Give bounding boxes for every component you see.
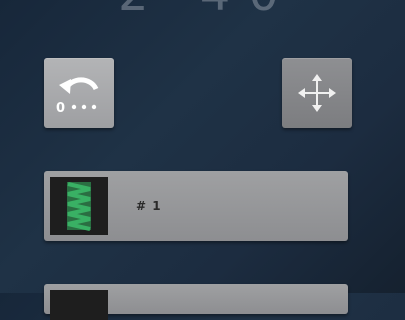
stitch-list-item-2[interactable] xyxy=(44,284,348,320)
reset-position-label: 0 xyxy=(56,101,65,116)
move-arrows-icon xyxy=(298,74,336,112)
stitch-thumbnail xyxy=(50,177,108,235)
reset-to-origin-button[interactable]: 0 xyxy=(44,58,114,128)
zigzag-stitch-icon xyxy=(67,182,91,231)
stitch-item-label: # 1 xyxy=(136,199,162,213)
move-pattern-button[interactable] xyxy=(282,58,352,128)
header-partial-text: 2 40 xyxy=(118,0,288,22)
stitch-list-item-1[interactable]: # 1 xyxy=(44,171,348,241)
stitch-thumbnail xyxy=(50,290,108,320)
reset-to-origin-icon: 0 xyxy=(56,77,99,116)
